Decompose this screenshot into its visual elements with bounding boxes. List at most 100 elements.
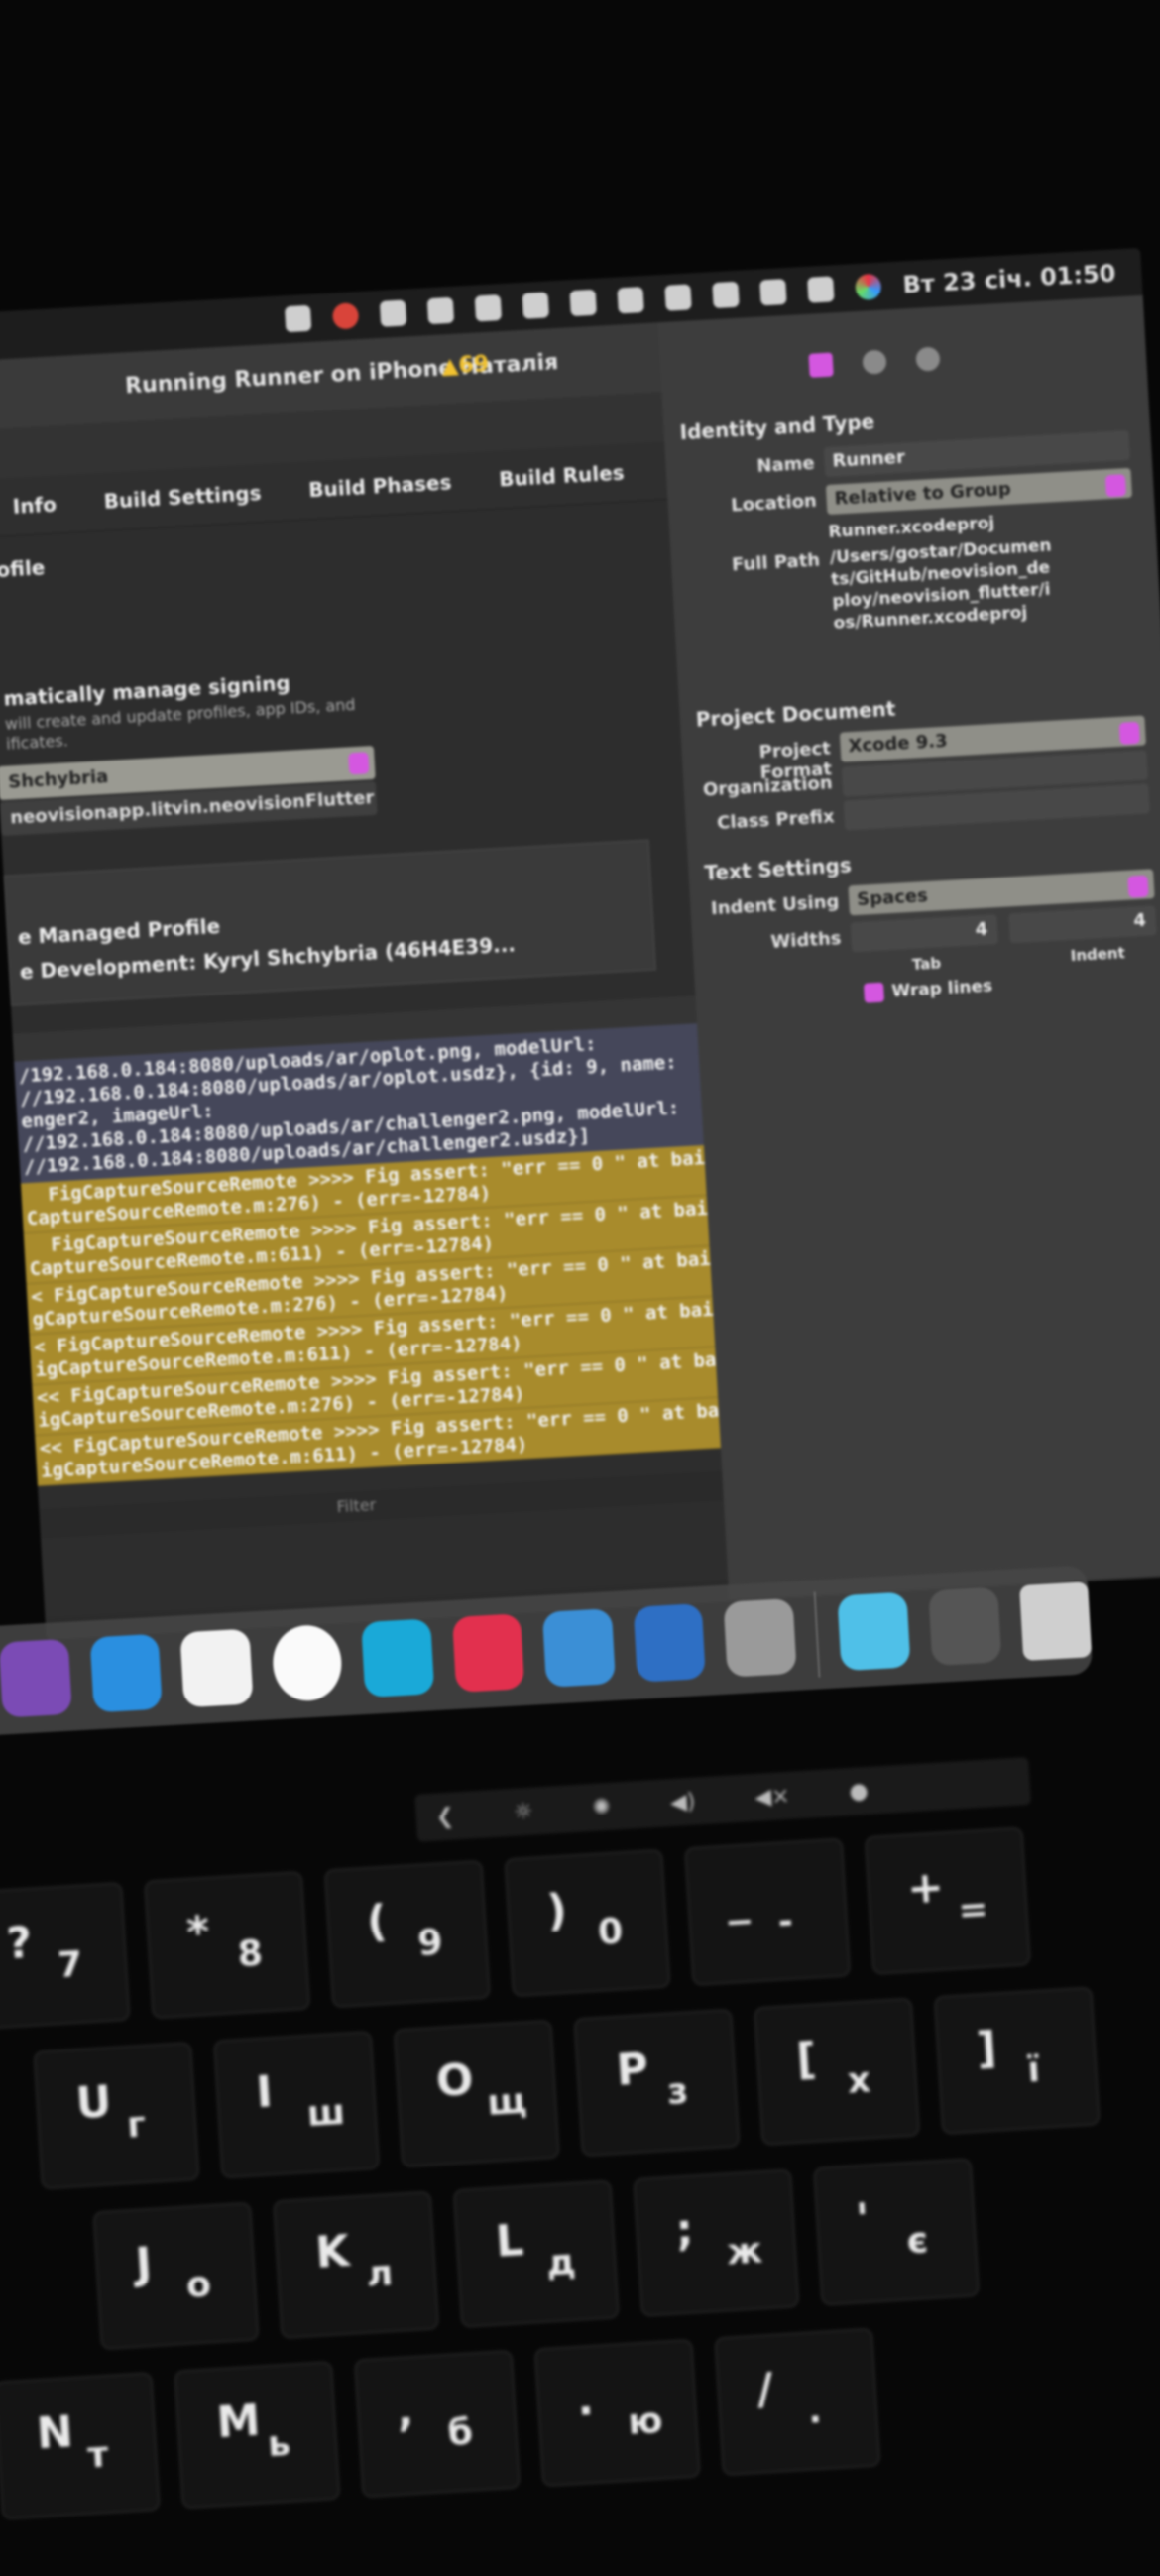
key[interactable]: Kл	[273, 2190, 440, 2340]
section-title: ofile	[0, 555, 46, 582]
key[interactable]: ? 7	[0, 1882, 131, 2031]
instruments-icon[interactable]	[270, 1623, 344, 1703]
tab-width-stepper[interactable]: 4	[850, 914, 998, 953]
full-path-label: Full Path	[731, 549, 821, 576]
team-value: Shchybria	[7, 765, 109, 793]
key[interactable]: ,б	[353, 2349, 522, 2499]
key[interactable]: Pз	[573, 2008, 741, 2158]
key[interactable]: Iш	[213, 2030, 381, 2179]
keyboard-row: Jо Kл Lд ; ж ' є	[92, 2158, 981, 2351]
menu-clock[interactable]: Вт 23 січ. 01:50	[902, 259, 1116, 298]
brightness-icon[interactable]: ☼	[513, 1799, 533, 1824]
volume-icon[interactable]: ◀)	[669, 1789, 696, 1815]
inspector-tabs	[808, 346, 941, 378]
status-icon[interactable]	[474, 294, 502, 322]
chevron-left-icon[interactable]: ❮	[435, 1804, 455, 1829]
indent-label: Indent	[1070, 943, 1126, 966]
key[interactable]: ; ж	[633, 2168, 800, 2317]
chevron-updown-icon	[1127, 875, 1149, 898]
siri-icon[interactable]: ●	[849, 1778, 870, 1804]
recent-stack-icon[interactable]	[928, 1586, 1001, 1667]
key[interactable]: Oщ	[393, 2019, 560, 2168]
checkbox-checked-icon	[863, 982, 885, 1003]
simulator-icon[interactable]	[541, 1608, 616, 1688]
activity-status: Running Runner on iPhone Наталія	[124, 349, 559, 400]
status-icon[interactable]	[522, 292, 549, 319]
status-icon[interactable]	[284, 304, 312, 333]
tab-build-settings[interactable]: Build Settings	[103, 481, 262, 514]
history-inspector-icon[interactable]	[862, 349, 887, 375]
dock-separator	[813, 1591, 821, 1678]
webstorm-icon[interactable]	[361, 1618, 434, 1698]
key[interactable]: .ю	[533, 2338, 701, 2488]
trash-icon[interactable]	[1018, 1581, 1093, 1662]
system-preferences-icon[interactable]	[723, 1597, 797, 1678]
indent-width-stepper[interactable]: 4	[1008, 905, 1157, 944]
search-icon[interactable]	[759, 279, 787, 306]
chevron-updown-icon	[1118, 721, 1140, 745]
tab-build-phases[interactable]: Build Phases	[308, 470, 452, 502]
class-prefix-label: Class Prefix	[716, 806, 836, 834]
key[interactable]: Jо	[92, 2201, 260, 2351]
indent-using-label: Indent Using	[710, 890, 840, 920]
name-label: Name	[755, 452, 816, 477]
key[interactable]: Nт	[0, 2372, 161, 2520]
chevron-updown-icon	[348, 752, 370, 775]
volume-icon[interactable]	[569, 289, 597, 317]
wrap-lines-label: Wrap lines	[890, 976, 993, 1002]
status-icon[interactable]	[379, 299, 407, 327]
file-inspector: Identity and Type Name Runner Location R…	[657, 294, 1160, 1600]
xcode-editor: Running Runner on iPhone Наталія ▲69 Inf…	[0, 322, 729, 1618]
location-dropdown[interactable]: Relative to Group	[825, 467, 1133, 516]
console-output-warnings: FigCaptureSourceRemote >>>> Fig assert: …	[20, 1144, 722, 1487]
siri-icon[interactable]	[854, 273, 882, 301]
tab-info[interactable]: Info	[12, 492, 57, 518]
auto-signing-description-2: ificates.	[5, 731, 69, 754]
touch-bar[interactable]: ❮ ☼ ✺ ◀) ◀× ●	[414, 1756, 1032, 1842]
debug-console: /192.168.0.184:8080/uploads/ar/oplot.png…	[12, 995, 722, 1499]
identity-section-title: Identity and Type	[679, 410, 875, 445]
brightness-up-icon[interactable]: ✺	[592, 1794, 612, 1819]
laptop-screen: Вт 23 січ. 01:50 Running Runner on iPhon…	[0, 248, 1160, 1640]
wrap-lines-checkbox[interactable]: Wrap lines	[863, 975, 993, 1003]
tab-build-rules[interactable]: Build Rules	[499, 460, 626, 491]
vscode-icon[interactable]	[179, 1628, 254, 1708]
file-inspector-icon[interactable]	[808, 352, 834, 378]
key[interactable]: ] ї	[933, 1986, 1101, 2135]
key[interactable]: _ -	[684, 1837, 852, 1987]
xcode-icon[interactable]	[633, 1603, 706, 1683]
key[interactable]: [х	[754, 1997, 921, 2147]
key[interactable]: Lд	[452, 2179, 620, 2328]
status-icon[interactable]	[331, 302, 360, 330]
project-document-title: Project Document	[695, 696, 896, 732]
keyboard: ❮ ☼ ✺ ◀) ◀× ● ? 7 * 8 (9 ) 0 _ - + = Uг Iш Oщ…	[0, 1707, 1160, 2575]
key[interactable]: * 8	[144, 1870, 311, 2020]
battery-icon[interactable]	[664, 284, 692, 311]
key[interactable]: Mь	[174, 2360, 341, 2510]
key[interactable]: ' є	[813, 2158, 981, 2306]
keyboard-row: Nт Mь ,б .ю /.	[0, 2327, 881, 2520]
key[interactable]: + =	[864, 1826, 1031, 1975]
key[interactable]: /.	[714, 2327, 881, 2477]
chevron-updown-icon	[1104, 474, 1126, 498]
key[interactable]: ) 0	[504, 1848, 671, 1998]
warnings-badge[interactable]: ▲69	[441, 352, 490, 380]
wifi-icon[interactable]	[712, 281, 740, 309]
key[interactable]: (9	[323, 1859, 492, 2009]
downloads-folder-icon[interactable]	[837, 1591, 911, 1672]
text-settings-title: Text Settings	[703, 853, 853, 885]
tab-label: Tab	[911, 954, 942, 974]
key[interactable]: Uг	[33, 2042, 200, 2190]
full-path-value: /Users/gostar/Documents/GitHub/neovision…	[829, 535, 1053, 634]
quick-help-icon[interactable]	[915, 346, 941, 372]
intellij-icon[interactable]	[451, 1613, 525, 1693]
keyboard-layout-icon[interactable]	[617, 287, 644, 314]
mute-icon[interactable]: ◀×	[754, 1783, 790, 1810]
location-label: Location	[730, 490, 818, 517]
github-desktop-icon[interactable]	[0, 1638, 72, 1718]
docker-icon[interactable]	[89, 1633, 163, 1713]
provisioning-profile: e Managed Profile	[17, 913, 221, 950]
control-center-icon[interactable]	[807, 276, 835, 303]
widths-label: Widths	[769, 927, 842, 953]
status-icon[interactable]	[426, 296, 455, 325]
